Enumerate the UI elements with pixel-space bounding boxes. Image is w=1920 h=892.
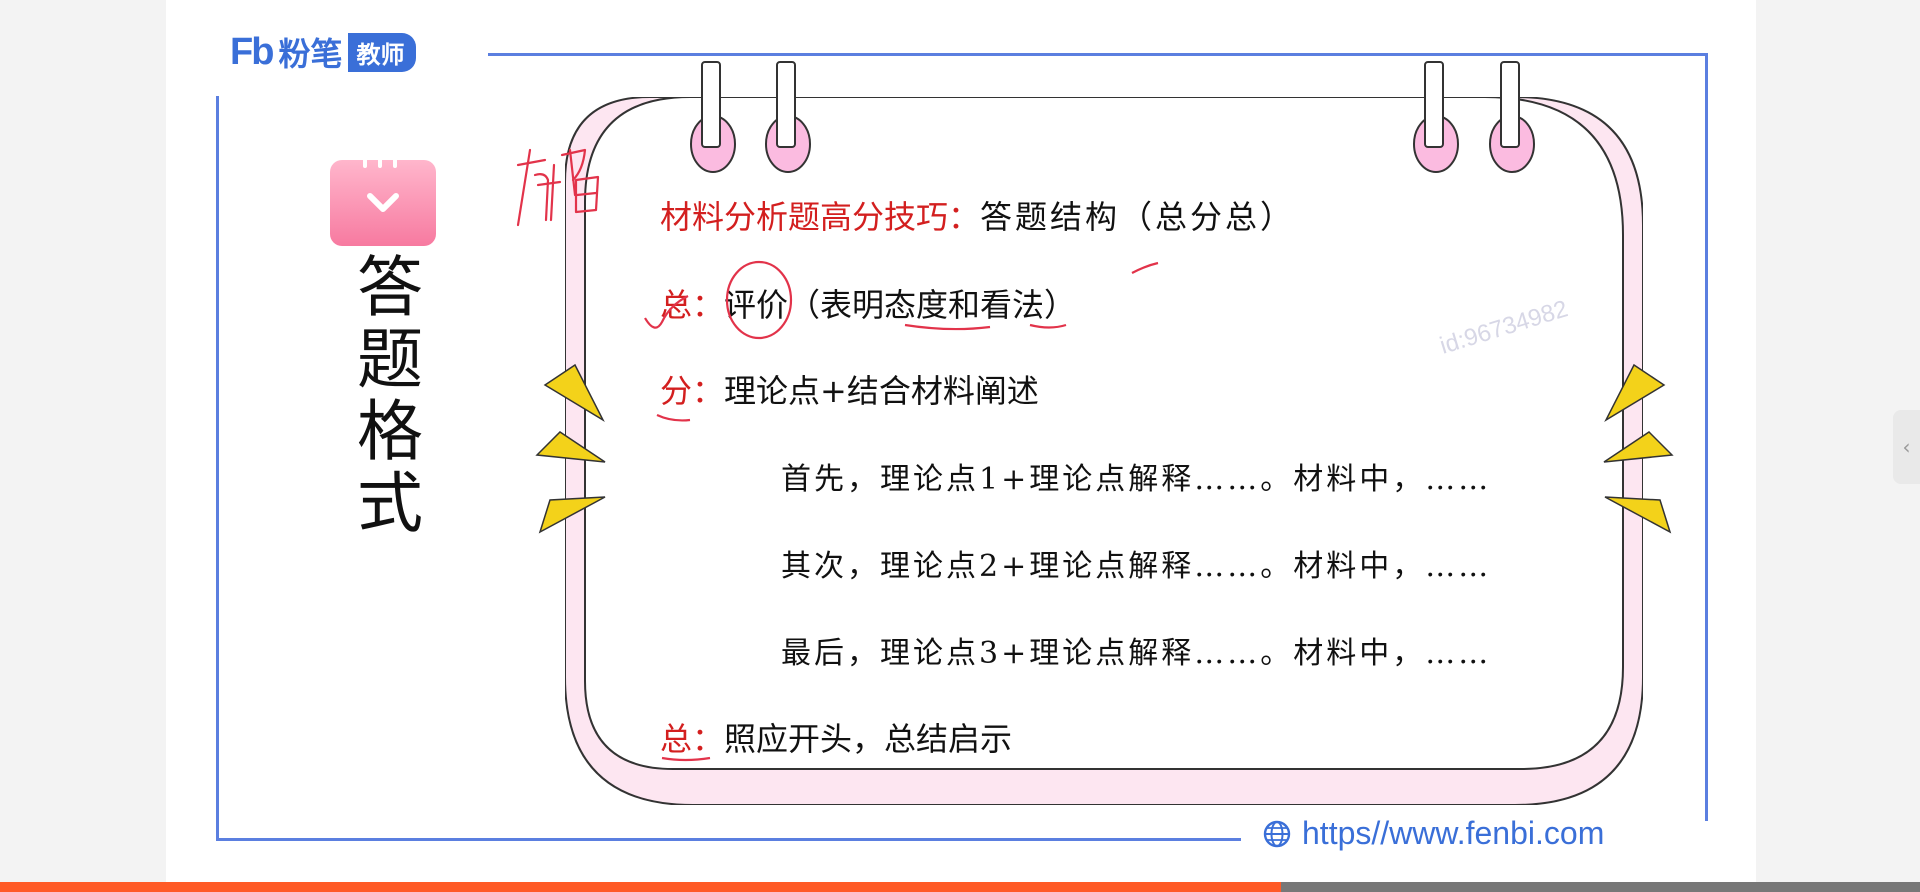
card-line-text: 理论点+结合材料阐述	[724, 372, 1039, 410]
card-line-2: 分：理论点+结合材料阐述	[660, 366, 1039, 412]
brand-logo: Fb 粉笔 教师	[230, 30, 417, 73]
card-item-1: 首先，理论点1+理论点解释……。材料中，……	[781, 462, 1492, 497]
chevron-left-icon: ‹	[1902, 435, 1911, 459]
card-line-1: 总：评价（表明态度和看法）	[660, 280, 1076, 326]
card-line-text: 照应开头，总结启示	[724, 720, 1013, 758]
vertical-title: 答 题 格 式	[345, 252, 435, 540]
progress-fill	[0, 882, 1281, 892]
calendar-check-icon	[330, 158, 436, 246]
card-line-3: 总：照应开头，总结启示	[660, 714, 1012, 760]
card-line-label: 总：	[660, 720, 725, 758]
playback-progress-bar[interactable]	[0, 882, 1920, 892]
card-heading-red: 材料分析题高分技巧：	[660, 198, 981, 236]
vertical-title-char: 答	[357, 249, 423, 326]
card-item-3: 最后，理论点3+理论点解释……。材料中，……	[781, 636, 1492, 671]
frame-right-line	[1705, 53, 1708, 821]
card-line-label: 总：	[660, 286, 725, 324]
globe-icon	[1263, 820, 1291, 847]
card-heading: 材料分析题高分技巧：答题结构（总分总）	[660, 192, 1295, 238]
vertical-title-char: 题	[357, 321, 423, 398]
frame-bottom-line	[216, 838, 1241, 841]
frame-left-line	[216, 96, 219, 841]
card-line-label: 分：	[660, 372, 725, 410]
card-item-2: 其次，理论点2+理论点解释……。材料中，……	[781, 549, 1492, 584]
brand-name: 粉笔	[278, 35, 343, 73]
vertical-title-char: 式	[357, 465, 423, 542]
footer-url: https//www.fenbi.com	[1262, 815, 1604, 852]
brand-badge: 教师	[348, 32, 417, 72]
side-panel-toggle[interactable]: ‹	[1893, 410, 1920, 484]
footer-url-text: https//www.fenbi.com	[1302, 815, 1605, 851]
card-line-text: 评价（表明态度和看法）	[724, 286, 1077, 324]
brand-mark: Fb	[230, 30, 274, 73]
vertical-title-char: 格	[357, 393, 423, 470]
frame-top-line	[488, 53, 1708, 56]
card-heading-rest: 答题结构（总分总）	[980, 198, 1296, 236]
